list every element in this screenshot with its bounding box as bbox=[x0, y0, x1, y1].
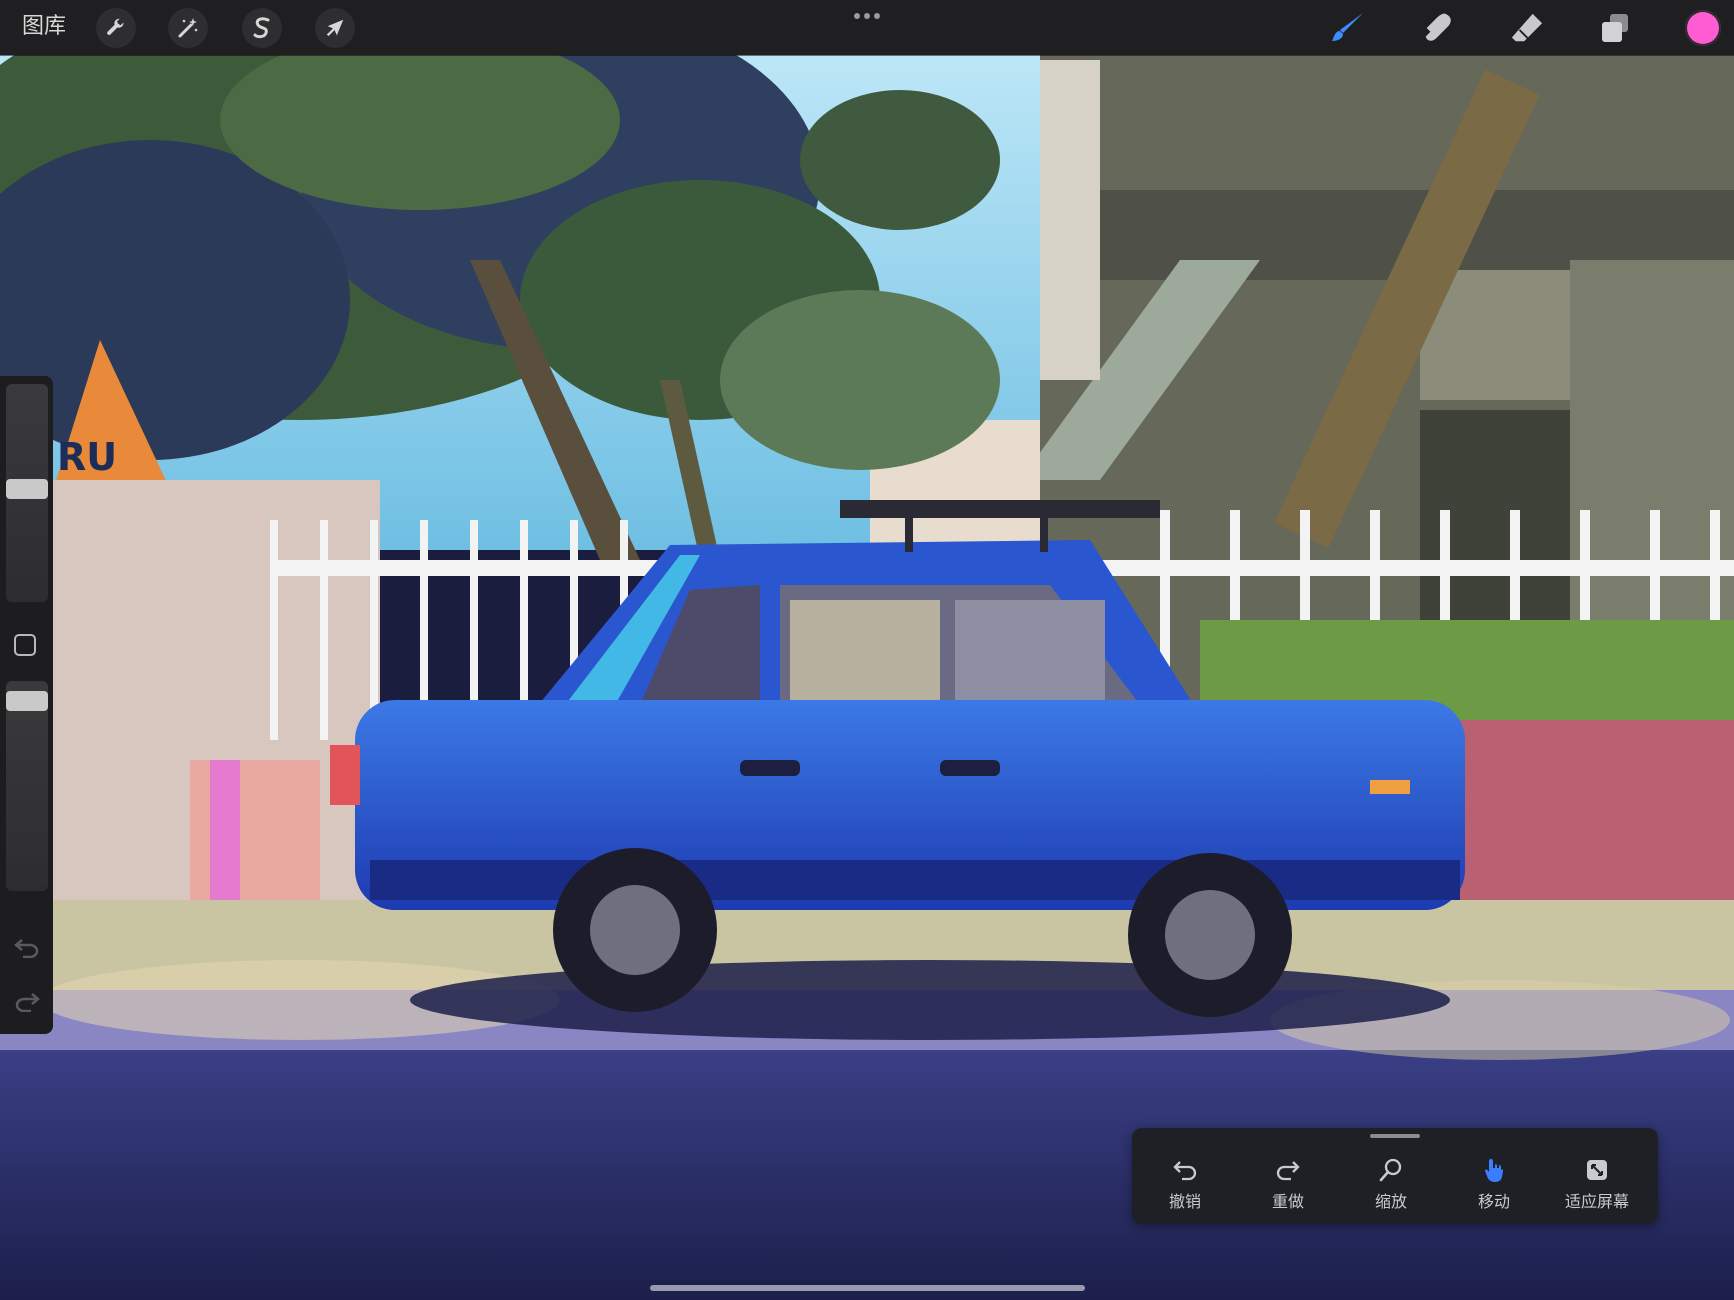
road-sign-text: RU bbox=[57, 435, 117, 479]
fit-screen-button[interactable]: 适应屏幕 bbox=[1552, 1156, 1642, 1216]
redo-label: 重做 bbox=[1271, 1192, 1304, 1211]
eraser-icon bbox=[1511, 13, 1543, 42]
adjustments-button[interactable] bbox=[168, 8, 208, 48]
fit-screen-label: 适应屏幕 bbox=[1564, 1192, 1629, 1211]
undo-label: 撤销 bbox=[1168, 1192, 1201, 1211]
smudge-tool-button[interactable] bbox=[1418, 9, 1458, 47]
layers-button[interactable] bbox=[1595, 9, 1635, 47]
hand-pointer-icon bbox=[1485, 1159, 1504, 1182]
quick-menu-handle[interactable] bbox=[1370, 1134, 1420, 1138]
undo-button[interactable]: 撤销 bbox=[1140, 1156, 1230, 1216]
magnifier-icon bbox=[1379, 1158, 1402, 1182]
opacity-slider[interactable] bbox=[6, 681, 48, 891]
move-label: 移动 bbox=[1477, 1192, 1510, 1211]
quick-menu: 撤销 重做 缩放 移动 适应屏幕 bbox=[1132, 1128, 1658, 1224]
drawing-canvas[interactable]: RU bbox=[0, 0, 1734, 1300]
eraser-tool-button[interactable] bbox=[1507, 9, 1547, 47]
redo-icon[interactable] bbox=[13, 990, 41, 1012]
more-options-icon[interactable] bbox=[852, 10, 882, 22]
transform-button[interactable] bbox=[315, 8, 355, 48]
gallery-button[interactable]: 图库 bbox=[22, 12, 66, 42]
color-picker-button[interactable] bbox=[1685, 10, 1721, 46]
opacity-thumb[interactable] bbox=[6, 691, 48, 711]
painting-artwork: RU bbox=[0, 0, 1734, 1300]
modify-button[interactable] bbox=[14, 634, 36, 656]
sidebar bbox=[0, 376, 53, 1034]
actions-button[interactable] bbox=[96, 8, 136, 48]
undo-arrow-icon bbox=[1173, 1161, 1197, 1181]
brush-icon bbox=[1332, 13, 1363, 41]
brush-size-thumb[interactable] bbox=[6, 479, 48, 499]
arrow-cursor-icon bbox=[326, 19, 344, 37]
undo-icon[interactable] bbox=[13, 936, 41, 958]
layers-icon bbox=[1602, 14, 1628, 42]
top-toolbar: 图库 bbox=[0, 0, 1734, 55]
selection-s-icon bbox=[253, 17, 270, 39]
wrench-icon bbox=[107, 18, 124, 35]
redo-arrow-icon bbox=[1276, 1161, 1300, 1181]
zoom-label: 缩放 bbox=[1374, 1192, 1407, 1211]
brush-tool-button[interactable] bbox=[1328, 9, 1368, 47]
home-indicator[interactable] bbox=[650, 1285, 1085, 1291]
selection-button[interactable] bbox=[242, 8, 282, 48]
magic-wand-icon bbox=[178, 18, 198, 38]
move-button[interactable]: 移动 bbox=[1449, 1156, 1539, 1216]
redo-button[interactable]: 重做 bbox=[1243, 1156, 1333, 1216]
fit-screen-icon bbox=[1587, 1160, 1607, 1180]
smudge-finger-icon bbox=[1425, 13, 1451, 41]
brush-size-slider[interactable] bbox=[6, 384, 48, 602]
zoom-button[interactable]: 缩放 bbox=[1346, 1156, 1436, 1216]
